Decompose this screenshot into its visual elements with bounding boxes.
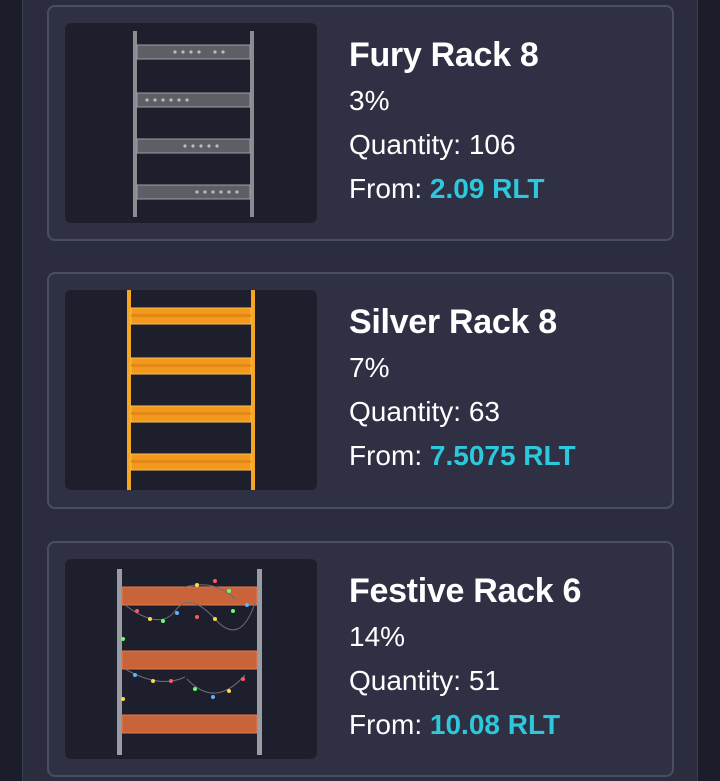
marketplace-panel: Fury Rack 8 3% Quantity: 106 From: 2.09 …: [22, 0, 698, 781]
rack-percent: 3%: [349, 85, 390, 116]
silver-rack-image: [65, 290, 317, 490]
rack-name: Fury Rack 8: [349, 36, 539, 74]
rack-price-line: From: 10.08 RLT: [349, 703, 581, 747]
fury-rack-image: [65, 23, 317, 223]
rack-price-line: From: 2.09 RLT: [349, 167, 545, 211]
rack-info: Silver Rack 8 7% Quantity: 63 From: 7.50…: [349, 302, 576, 478]
rack-card-fury[interactable]: Fury Rack 8 3% Quantity: 106 From: 2.09 …: [47, 5, 674, 241]
rack-price: 10.08 RLT: [429, 709, 561, 740]
rack-info: Festive Rack 6 14% Quantity: 51 From: 10…: [349, 571, 581, 747]
rack-card-silver[interactable]: Silver Rack 8 7% Quantity: 63 From: 7.50…: [47, 272, 674, 509]
rack-quantity: Quantity: 63: [349, 396, 500, 427]
rack-quantity: Quantity: 51: [349, 665, 500, 696]
rack-quantity: Quantity: 106: [349, 129, 516, 160]
rack-price-line: From: 7.5075 RLT: [349, 434, 576, 478]
rack-percent: 7%: [349, 352, 390, 383]
rack-card-festive[interactable]: Festive Rack 6 14% Quantity: 51 From: 10…: [47, 541, 674, 777]
rack-name: Silver Rack 8: [349, 303, 557, 341]
from-label: From:: [349, 440, 423, 471]
rack-info: Fury Rack 8 3% Quantity: 106 From: 2.09 …: [349, 35, 545, 211]
rack-percent: 14%: [349, 621, 406, 652]
festive-rack-image: [65, 559, 317, 759]
rack-name: Festive Rack 6: [349, 572, 582, 610]
from-label: From:: [349, 709, 423, 740]
rack-price: 2.09 RLT: [429, 173, 545, 204]
from-label: From:: [349, 173, 423, 204]
rack-price: 7.5075 RLT: [429, 440, 576, 471]
